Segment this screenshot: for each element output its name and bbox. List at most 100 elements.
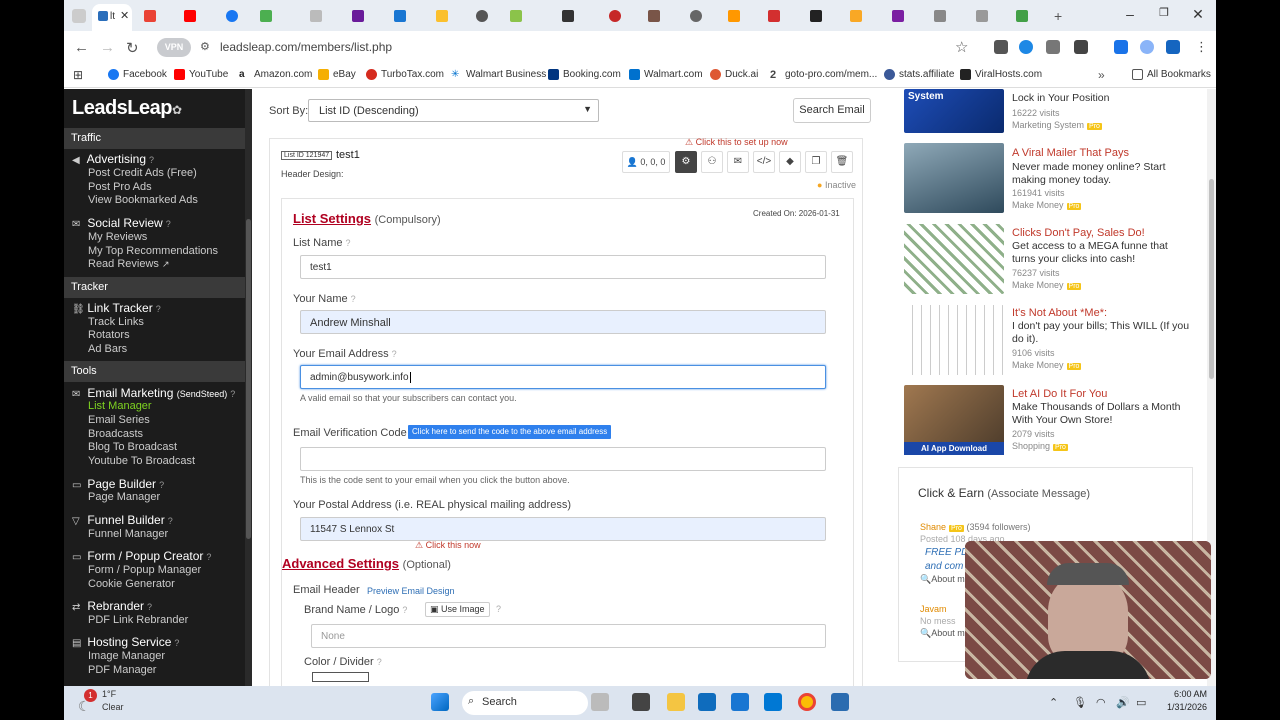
menu-my-top-recommendations[interactable]: My Top Recommendations: [88, 245, 218, 257]
bookmark-ebay[interactable]: eBay: [318, 69, 356, 80]
sidebar-scrollbar-thumb[interactable]: [246, 219, 251, 539]
side-panel-icon[interactable]: [1114, 40, 1128, 54]
tab-blue[interactable]: [394, 6, 409, 26]
menu-post-pro-ads[interactable]: Post Pro Ads: [88, 181, 152, 193]
tab-search-icon[interactable]: [72, 6, 89, 26]
menu-page-builder[interactable]: ▭ Page Builder?: [72, 477, 164, 491]
tab-orange[interactable]: [728, 6, 743, 26]
bookmark-walmart[interactable]: Walmart.com: [629, 69, 703, 80]
tab-facebook[interactable]: [226, 6, 241, 26]
subscribers-button[interactable]: ⚇: [701, 151, 723, 173]
profile-icon[interactable]: [1140, 40, 1154, 54]
bookmark-facebook[interactable]: Facebook: [108, 69, 167, 80]
ad-image-3[interactable]: [904, 224, 1004, 294]
menu-advertising[interactable]: ◀ Advertising?: [72, 152, 154, 166]
moon-icon[interactable]: ☾: [78, 698, 91, 715]
bookmark-turbotax[interactable]: TurboTax.com: [366, 69, 444, 80]
javam-name[interactable]: Javam: [920, 604, 947, 614]
ad-image-1[interactable]: System: [904, 89, 1004, 133]
use-image-button[interactable]: ▣ Use Image: [425, 602, 490, 617]
taskbar-search[interactable]: ⌕ Search: [462, 691, 588, 715]
outlook-icon[interactable]: [764, 693, 782, 711]
shane-about[interactable]: 🔍About m: [920, 574, 965, 585]
tab-purple[interactable]: [352, 6, 367, 26]
page-scrollbar-thumb[interactable]: [1209, 179, 1214, 379]
email-button[interactable]: ✉: [727, 151, 749, 173]
sort-by-select[interactable]: List ID (Descending) ▼: [308, 99, 599, 122]
tab-brown[interactable]: [648, 6, 663, 26]
menu-pdf-link-rebrander[interactable]: PDF Link Rebrander: [88, 614, 188, 626]
active-tab[interactable]: lt ✕: [92, 4, 132, 31]
ad-image-5[interactable]: AI App Download: [904, 385, 1004, 455]
tab-dark[interactable]: [562, 6, 577, 26]
click-now-link[interactable]: ⚠ Click this now: [415, 540, 481, 551]
tab-grey-3[interactable]: [976, 6, 991, 26]
shane-message-2[interactable]: and com: [925, 561, 963, 572]
tab-red-2[interactable]: [768, 6, 783, 26]
brand-name-input[interactable]: None: [311, 624, 826, 648]
tab-gmail[interactable]: [144, 6, 159, 26]
clock-time[interactable]: 6:00 AM: [1167, 689, 1207, 699]
copy-button[interactable]: ❐: [805, 151, 827, 173]
tray-chevron-icon[interactable]: ⌃: [1049, 696, 1058, 709]
preview-email-design-link[interactable]: Preview Email Design: [367, 586, 455, 596]
bookmark-walmart-business[interactable]: ✳ Walmart Business: [451, 69, 546, 80]
ad-4-title[interactable]: It's Not About *Me*:: [1012, 307, 1107, 319]
tab-grey[interactable]: [310, 6, 325, 26]
site-info-icon[interactable]: ⚙: [200, 40, 210, 53]
ad-2-title[interactable]: A Viral Mailer That Pays: [1012, 147, 1129, 159]
task-view-icon[interactable]: [632, 693, 650, 711]
bookmark-amazon[interactable]: a Amazon.com: [239, 69, 312, 80]
file-explorer-icon[interactable]: [667, 693, 685, 711]
ad-5-text[interactable]: Make Thousands of Dollars a Month With Y…: [1012, 401, 1192, 427]
tag-button[interactable]: ◆: [779, 151, 801, 173]
chrome-icon[interactable]: [798, 693, 816, 711]
bookmark-duckai[interactable]: Duck.ai: [710, 69, 758, 80]
menu-view-bookmarked-ads[interactable]: View Bookmarked Ads: [88, 194, 198, 206]
apps-grid-icon[interactable]: ⊞: [73, 68, 83, 82]
minimize-button[interactable]: –: [1120, 6, 1140, 22]
menu-social-review[interactable]: ✉ Social Review?: [72, 216, 171, 230]
tab-grey-2[interactable]: [934, 6, 949, 26]
ad-2-text[interactable]: Never made money online? Start making mo…: [1012, 161, 1192, 187]
delete-button[interactable]: 🗑: [831, 151, 853, 173]
menu-rebrander[interactable]: ⇄ Rebrander?: [72, 599, 152, 613]
windows-start-icon[interactable]: [431, 693, 449, 711]
extension-icon-3[interactable]: [1046, 40, 1060, 54]
all-bookmarks-folder[interactable]: All Bookmarks: [1132, 69, 1211, 80]
list-name-input[interactable]: test1: [300, 255, 826, 279]
menu-blog-to-broadcast[interactable]: Blog To Broadcast: [88, 441, 177, 453]
ad-4-text[interactable]: I don't pay your bills; This WILL (If yo…: [1012, 320, 1192, 346]
color-divider-swatch[interactable]: [312, 672, 369, 682]
menu-link-tracker[interactable]: ⛓ Link Tracker?: [72, 301, 161, 315]
tab-youtube[interactable]: [184, 6, 199, 26]
menu-pdf-manager[interactable]: PDF Manager: [88, 664, 156, 676]
menu-funnel-builder[interactable]: ▽ Funnel Builder?: [72, 513, 173, 527]
weather-temp[interactable]: 1°F: [102, 689, 116, 699]
menu-youtube-to-broadcast[interactable]: Youtube To Broadcast: [88, 455, 195, 467]
menu-funnel-manager[interactable]: Funnel Manager: [88, 528, 168, 540]
ad-1-text[interactable]: Lock in Your Position: [1012, 92, 1192, 105]
horse-icon[interactable]: [591, 693, 609, 711]
ad-3-title[interactable]: Clicks Don't Pay, Sales Do!: [1012, 227, 1145, 239]
menu-hosting-service[interactable]: ▤ Hosting Service?: [72, 635, 179, 649]
javam-about[interactable]: 🔍About m: [920, 628, 965, 639]
leadsleap-logo[interactable]: LeadsLeap✿: [72, 97, 182, 120]
menu-cookie-generator[interactable]: Cookie Generator: [88, 578, 175, 590]
tab-lime[interactable]: [510, 6, 525, 26]
weather-desc[interactable]: Clear: [102, 702, 124, 712]
setup-now-link[interactable]: ⚠ Click this to set up now: [685, 137, 788, 148]
menu-rotators[interactable]: Rotators: [88, 329, 130, 341]
menu-post-credit-ads[interactable]: Post Credit Ads (Free): [88, 167, 197, 179]
bookmark-youtube[interactable]: YouTube: [174, 69, 228, 80]
shane-name[interactable]: Shane Pro (3594 followers): [920, 522, 1030, 532]
tab-globe[interactable]: [476, 6, 491, 26]
bookmark-viralhosts[interactable]: ViralHosts.com: [960, 69, 1042, 80]
shield-icon[interactable]: [1166, 40, 1180, 54]
new-tab-button[interactable]: +: [1054, 6, 1062, 26]
app-blue-icon[interactable]: [731, 693, 749, 711]
store-icon[interactable]: [698, 693, 716, 711]
vpn-badge[interactable]: VPN: [157, 38, 191, 57]
menu-read-reviews[interactable]: Read Reviews ↗: [88, 258, 170, 270]
microphone-icon[interactable]: 🎙: [1073, 696, 1087, 709]
